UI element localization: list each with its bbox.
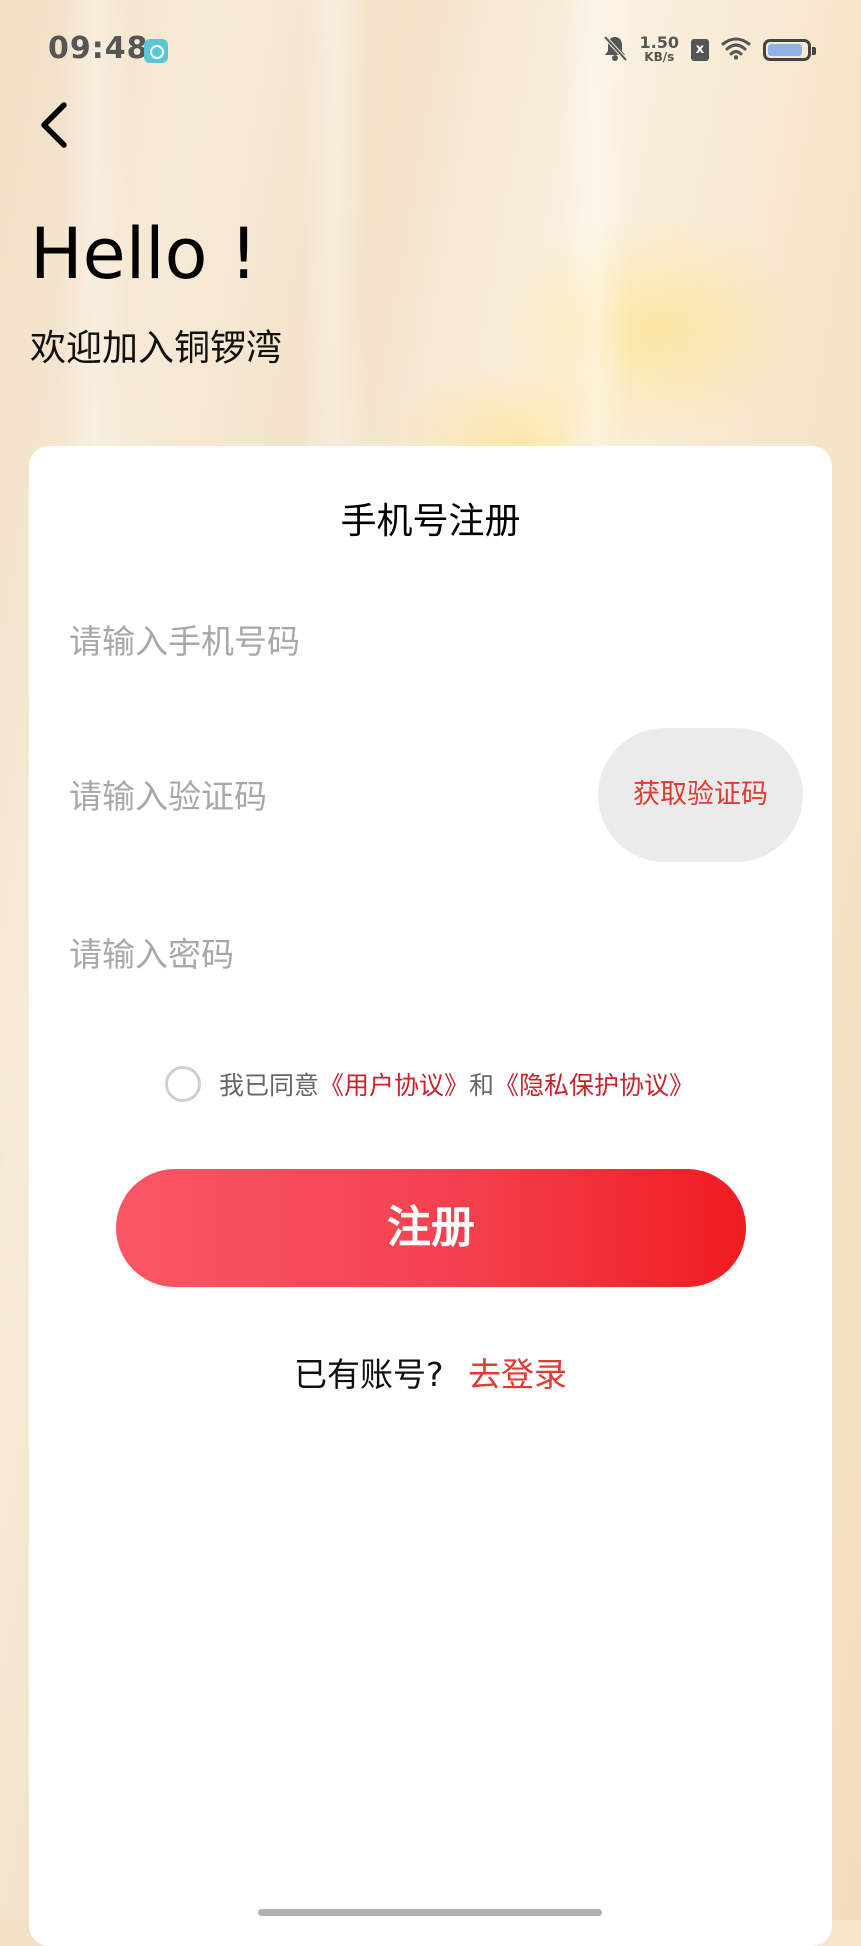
get-code-button[interactable]: 获取验证码 — [598, 728, 803, 862]
status-time: 09:48 — [48, 31, 149, 66]
camera-app-icon — [144, 39, 168, 63]
net-speed-value: 1.50 — [639, 33, 679, 52]
form-title: 手机号注册 — [340, 501, 521, 542]
user-agreement-link[interactable]: 《用户协议》 — [319, 1066, 469, 1102]
go-login-link[interactable]: 去登录 — [468, 1355, 567, 1394]
back-button[interactable] — [30, 95, 90, 155]
net-speed: 1.50 KB/s — [640, 35, 679, 65]
battery-icon — [763, 39, 816, 61]
agreement-prefix: 我已同意 — [219, 1071, 320, 1100]
register-button[interactable]: 注册 — [116, 1169, 746, 1287]
bell-off-icon — [602, 34, 628, 66]
status-icons: 1.50 KB/s x — [602, 32, 816, 68]
privacy-agreement-link[interactable]: 《隐私保护协议》 — [494, 1066, 694, 1102]
phone-input[interactable] — [69, 611, 589, 671]
greeting-title: Hello ! — [30, 213, 258, 295]
sim-card-icon: x — [691, 39, 709, 61]
password-input[interactable] — [69, 924, 589, 984]
login-row: 已有账号? 去登录 — [29, 1352, 832, 1398]
has-account-text: 已有账号? — [293, 1355, 444, 1394]
home-indicator[interactable] — [258, 1909, 602, 1916]
wifi-icon — [721, 36, 751, 64]
agreement-checkbox[interactable] — [165, 1066, 201, 1102]
net-speed-unit: KB/s — [644, 50, 675, 64]
chevron-left-icon — [41, 102, 67, 148]
agreement-row: 我已同意 《用户协议》 和 《隐私保护协议》 — [165, 1063, 694, 1105]
welcome-subtitle: 欢迎加入铜锣湾 — [30, 328, 283, 369]
register-card: 手机号注册 获取验证码 我已同意 《用户协议》 和 《隐私保护协议》 注册 已有… — [29, 446, 832, 1946]
battery-level — [768, 44, 803, 56]
status-bar: 09:48 1.50 KB/s x — [0, 0, 861, 100]
agreement-and: 和 — [469, 1071, 495, 1100]
verification-code-input[interactable] — [69, 766, 549, 826]
